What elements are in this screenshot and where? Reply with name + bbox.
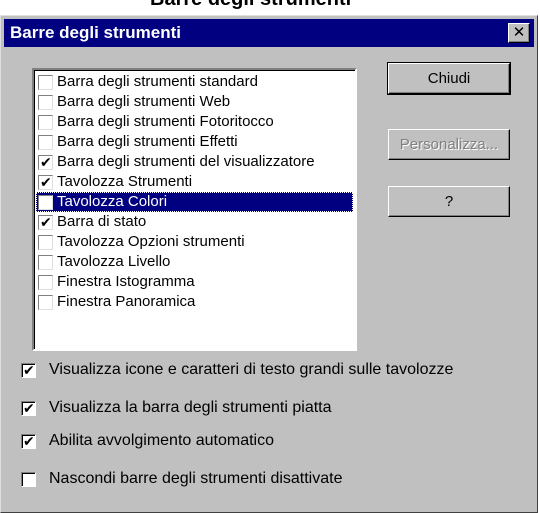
checkbox[interactable] [38,115,53,130]
list-item-label: Barra degli strumenti del visualizzatore [57,153,315,170]
checkbox[interactable] [38,195,53,210]
checkbox[interactable] [38,275,53,290]
check-icon: ✔ [40,154,52,170]
list-item[interactable]: Finestra Istogramma [36,272,353,292]
list-item-label: Finestra Panoramica [57,293,196,310]
list-item[interactable]: Barra degli strumenti standard [36,72,353,92]
checkbox[interactable] [38,255,53,270]
checkbox[interactable]: ✔ [38,214,53,230]
list-item-label: Tavolozza Strumenti [57,173,193,190]
close-button-label: Chiudi [427,70,471,87]
list-item-label: Tavolozza Colori [56,193,169,211]
list-item[interactable]: Tavolozza Opzioni strumenti [36,232,353,252]
check-icon: ✔ [40,214,52,230]
checkbox[interactable] [38,235,53,250]
list-item-label: Barra di stato [57,213,147,230]
customize-button[interactable]: Personalizza... [388,129,510,160]
checkbox[interactable] [38,295,53,310]
checkbox[interactable]: ✔ [21,400,36,416]
toolbars-dialog: Barre degli strumenti ✕ Barra degli stru… [0,15,538,513]
checkbox[interactable] [38,135,53,150]
close-window-button[interactable]: ✕ [508,23,530,43]
background-window-title: Barre degli strumenti [150,0,351,11]
checkbox[interactable] [38,75,53,90]
toolbar-checklist[interactable]: Barra degli strumenti standard Barra deg… [32,68,357,351]
list-item[interactable]: Tavolozza Colori [36,192,353,212]
list-item[interactable]: ✔ Barra degli strumenti del visualizzato… [36,152,353,172]
close-icon: ✕ [512,24,526,41]
dialog-titlebar[interactable]: Barre degli strumenti ✕ [4,19,534,47]
check-icon: ✔ [40,174,52,190]
check-icon: ✔ [23,362,35,378]
list-item-label: Barra degli strumenti standard [57,73,258,90]
list-item[interactable]: Barra degli strumenti Effetti [36,132,353,152]
check-icon: ✔ [23,433,35,449]
option-label: Visualizza la barra degli strumenti piat… [49,399,332,416]
dialog-title: Barre degli strumenti [10,23,181,42]
option-label: Visualizza icone e caratteri di testo gr… [49,361,454,378]
list-item-label: Finestra Istogramma [57,273,195,290]
list-item-label: Barra degli strumenti Effetti [57,133,238,150]
list-item[interactable]: Barra degli strumenti Fotoritocco [36,112,353,132]
list-item-label: Tavolozza Livello [57,253,171,270]
option-label: Abilita avvolgimento automatico [49,432,275,449]
list-item[interactable]: Finestra Panoramica [36,292,353,312]
list-item-label: Tavolozza Opzioni strumenti [57,233,245,250]
list-item[interactable]: Tavolozza Livello [36,252,353,272]
list-item[interactable]: ✔ Tavolozza Strumenti [36,172,353,192]
checkbox[interactable]: ✔ [38,174,53,190]
check-icon: ✔ [23,400,35,416]
list-item-label: Barra degli strumenti Web [57,93,231,110]
checkbox[interactable] [21,472,36,487]
list-item-label: Barra degli strumenti Fotoritocco [57,113,274,130]
checkbox[interactable]: ✔ [38,154,53,170]
help-button-label: ? [444,193,454,210]
checkbox[interactable]: ✔ [21,362,36,378]
list-item[interactable]: ✔ Barra di stato [36,212,353,232]
option-label: Nascondi barre degli strumenti disattiva… [49,470,343,487]
close-button[interactable]: Chiudi [387,62,511,95]
help-button[interactable]: ? [388,186,510,217]
checkbox[interactable] [38,95,53,110]
list-item[interactable]: Barra degli strumenti Web [36,92,353,112]
checkbox[interactable]: ✔ [21,433,36,449]
customize-button-label: Personalizza... [399,136,499,153]
